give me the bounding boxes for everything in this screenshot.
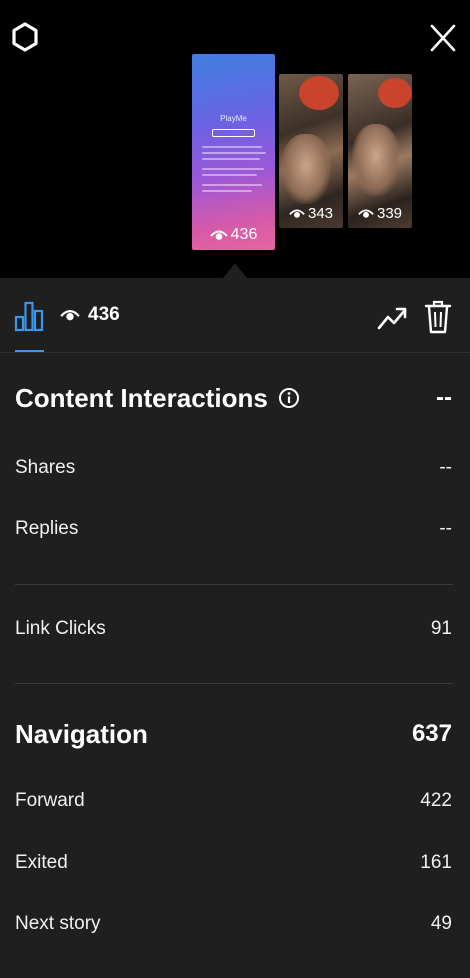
- navigation-total: 637: [411, 720, 452, 747]
- metric-label: Link Clicks: [15, 618, 106, 639]
- eye-icon: [358, 209, 374, 218]
- eye-icon: [209, 230, 228, 240]
- delete-button[interactable]: [424, 299, 452, 335]
- info-icon[interactable]: [278, 387, 300, 409]
- metric-label: Next story: [15, 913, 101, 934]
- metric-label: Shares: [15, 457, 76, 478]
- story-thumbnail[interactable]: 343: [279, 74, 343, 228]
- story-view-count-value: 339: [376, 205, 403, 222]
- story-view-count: 436: [192, 226, 275, 244]
- thumbnail-text-line: [202, 184, 262, 186]
- metric-label: Exited: [15, 852, 68, 873]
- thumbnail-image-detail: [378, 78, 412, 108]
- metric-row-exited: Exited 161: [15, 849, 452, 877]
- metric-row-replies: Replies --: [15, 515, 452, 543]
- thumbnail-text-line: [202, 158, 260, 160]
- selected-story-pointer: [223, 263, 247, 278]
- settings-button[interactable]: [10, 20, 40, 54]
- navigation-title: Navigation: [15, 718, 148, 749]
- trending-up-icon: [377, 307, 407, 330]
- promote-button[interactable]: [377, 303, 409, 333]
- metric-value: --: [439, 457, 452, 478]
- insights-toolbar: 436: [0, 278, 470, 353]
- eye-icon: [289, 209, 305, 218]
- story-view-count-value: 343: [307, 205, 334, 222]
- metric-row-next-story: Next story 49: [15, 910, 452, 938]
- insights-tab-button[interactable]: [14, 300, 44, 332]
- story-thumbnail-selected[interactable]: PlayMe 436: [192, 54, 275, 250]
- insights-panel: 436 Content Interactions -- Shares -- Re…: [0, 278, 470, 978]
- thumbnail-text-line: [202, 146, 262, 148]
- thumbnail-text-line: [202, 190, 252, 192]
- section-divider: [15, 584, 453, 585]
- thumbnail-text-line: [202, 174, 257, 176]
- content-interactions-total: --: [436, 384, 452, 411]
- close-button[interactable]: [426, 20, 460, 56]
- metric-label: Forward: [15, 790, 85, 811]
- toolbar-divider: [0, 352, 470, 353]
- thumbnail-image-detail: [281, 134, 331, 204]
- story-view-count: 339: [348, 205, 412, 222]
- metric-value: 161: [420, 852, 452, 873]
- thumbnail-text-line: [202, 168, 264, 170]
- metric-value: 49: [430, 913, 452, 934]
- thumbnail-brand-text: PlayMe: [220, 114, 247, 123]
- thumbnail-image-detail: [299, 76, 339, 110]
- metric-value: --: [439, 518, 452, 539]
- trash-icon: [424, 300, 452, 334]
- story-view-count-value: 436: [230, 226, 258, 243]
- bar-chart-icon: [14, 301, 44, 332]
- metric-row-forward: Forward 422: [15, 787, 452, 815]
- navigation-header: Navigation 637: [15, 714, 452, 754]
- eye-icon: [60, 310, 80, 321]
- section-divider: [15, 683, 453, 684]
- content-interactions-title-text: Content Interactions: [15, 382, 268, 413]
- content-interactions-title: Content Interactions: [15, 383, 300, 414]
- story-thumbnail[interactable]: 339: [348, 74, 412, 228]
- thumbnail-image-detail: [352, 124, 400, 196]
- metric-value: 91: [430, 618, 452, 639]
- metric-row-link-clicks: Link Clicks 91: [15, 615, 452, 643]
- story-view-count: 343: [279, 205, 343, 222]
- metric-label: Replies: [15, 518, 79, 539]
- thumbnail-pill: [212, 129, 255, 137]
- metric-value: 422: [420, 790, 452, 811]
- views-count: 436: [88, 304, 120, 325]
- metric-row-shares: Shares --: [15, 454, 452, 482]
- views-summary[interactable]: 436: [60, 304, 120, 326]
- close-icon: [430, 24, 456, 52]
- story-preview-area: PlayMe 436 343 339: [0, 0, 470, 278]
- thumbnail-text-line: [202, 152, 266, 154]
- gear-icon: [12, 22, 38, 52]
- content-interactions-header: Content Interactions --: [15, 378, 452, 418]
